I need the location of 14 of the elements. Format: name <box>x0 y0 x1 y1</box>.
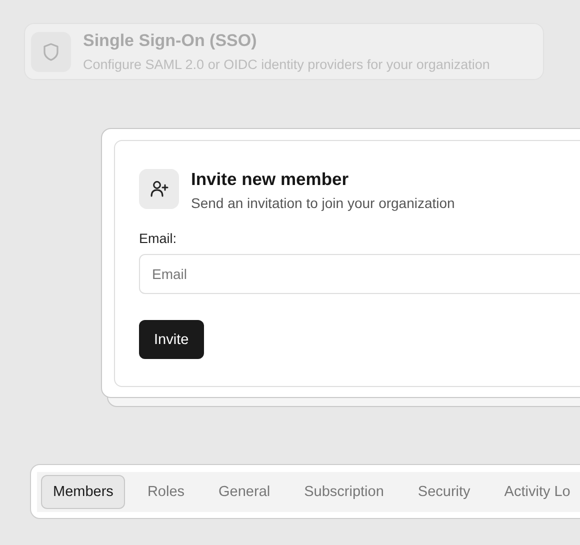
tab[interactable]: General <box>206 475 282 509</box>
shield-icon <box>31 32 71 72</box>
sso-title: Single Sign-On (SSO) <box>83 31 258 51</box>
user-plus-icon <box>139 169 179 209</box>
email-field[interactable]: Email <box>139 254 580 294</box>
tab[interactable]: Roles <box>135 475 197 509</box>
tab[interactable]: Security <box>406 475 482 509</box>
email-label: Email: <box>139 231 178 246</box>
invite-title: Invite new member <box>191 169 350 190</box>
tab[interactable]: Members <box>41 475 126 509</box>
invite-subtitle: Send an invitation to join your organization <box>191 195 455 211</box>
tab[interactable]: Activity Lo <box>492 475 580 509</box>
tab[interactable]: Subscription <box>292 475 396 509</box>
invite-button[interactable]: Invite <box>139 320 204 359</box>
